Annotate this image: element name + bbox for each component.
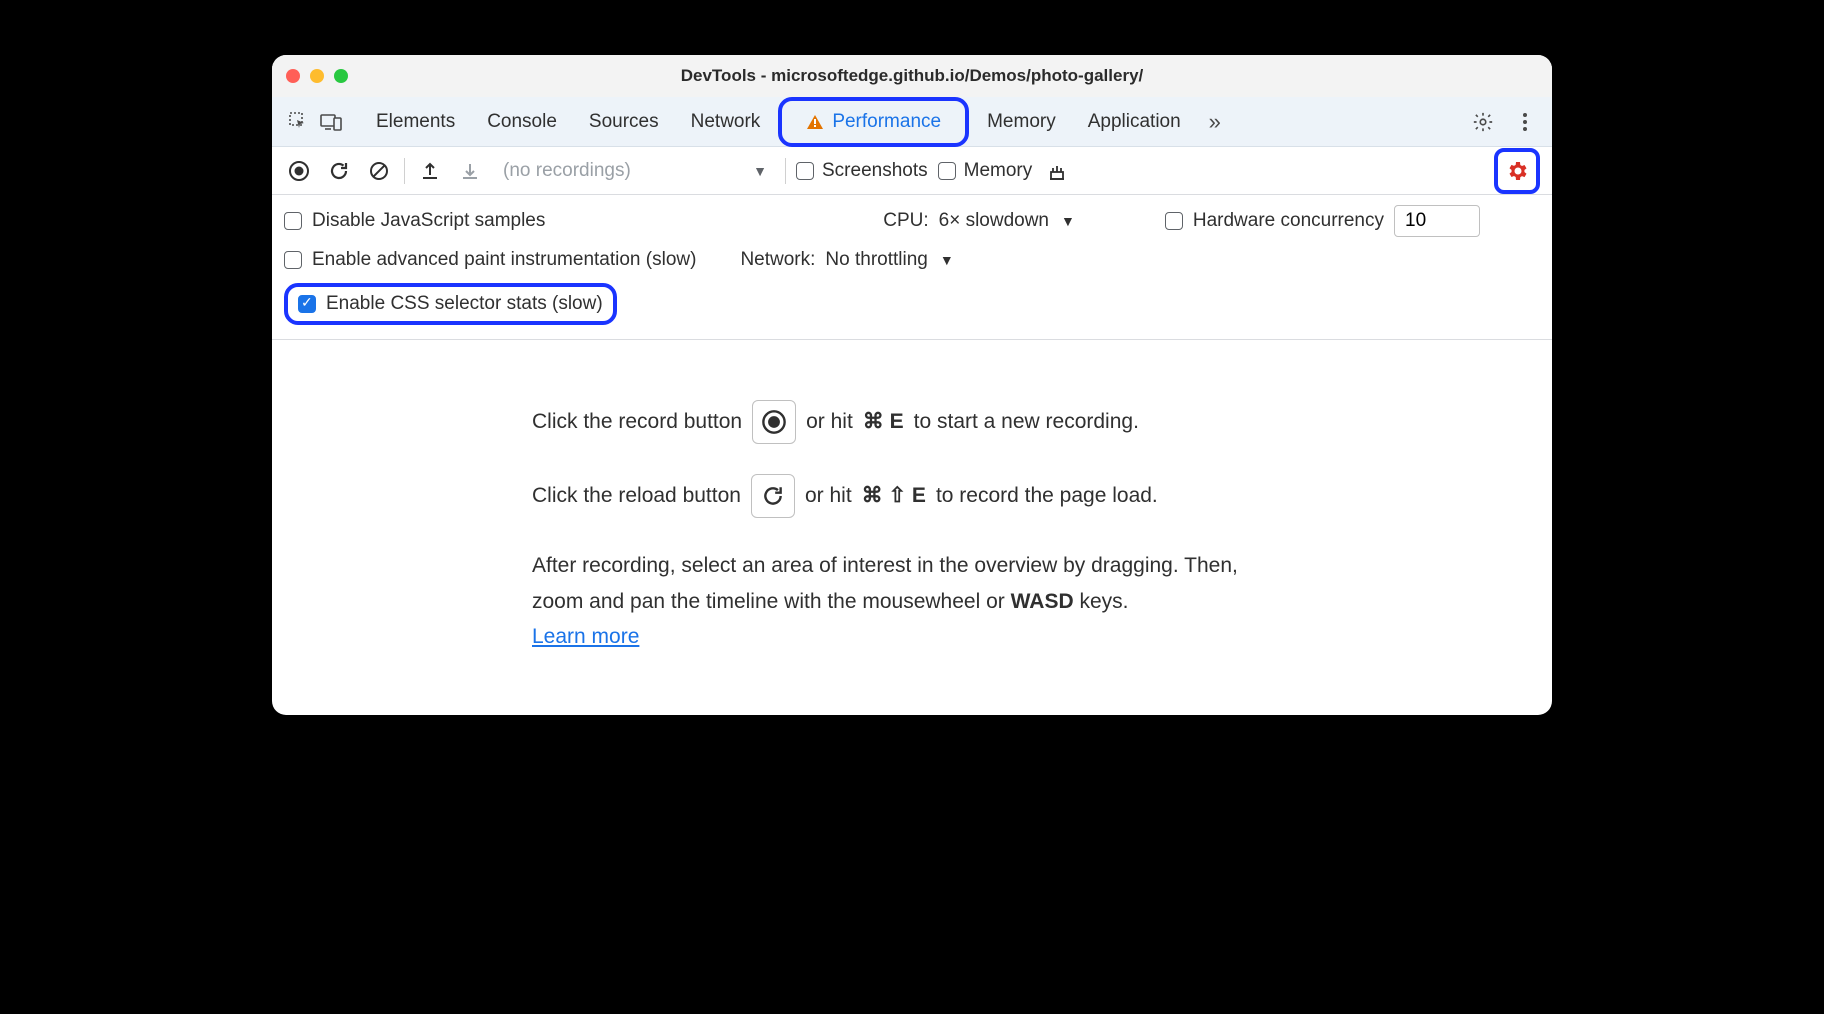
learn-more-link[interactable]: Learn more — [532, 625, 639, 648]
disable-js-label: Disable JavaScript samples — [312, 210, 545, 232]
reload-button-inline[interactable] — [751, 474, 795, 518]
instr-text: or hit — [806, 404, 853, 440]
tab-elements[interactable]: Elements — [362, 105, 469, 139]
cpu-value: 6× slowdown — [939, 210, 1049, 232]
wasd-text: WASD — [1011, 590, 1074, 613]
memory-checkbox[interactable] — [938, 162, 956, 180]
separator — [785, 158, 786, 184]
instr-text: Click the reload button — [532, 478, 741, 514]
paint-instrumentation-option[interactable]: Enable advanced paint instrumentation (s… — [284, 249, 696, 271]
screenshots-option[interactable]: Screenshots — [796, 160, 928, 182]
cpu-throttle-dropdown[interactable]: 6× slowdown ▼ — [939, 210, 1075, 232]
device-toggle-icon[interactable] — [316, 107, 346, 137]
collect-garbage-button[interactable] — [1042, 156, 1072, 186]
memory-label: Memory — [964, 160, 1033, 182]
network-value: No throttling — [825, 249, 927, 271]
memory-option[interactable]: Memory — [938, 160, 1033, 182]
more-menu-icon[interactable] — [1510, 107, 1540, 137]
upload-button[interactable] — [415, 156, 445, 186]
instr-text: Click the record button — [532, 404, 742, 440]
panel-tabbar: Elements Console Sources Network Perform… — [272, 97, 1552, 147]
tab-sources[interactable]: Sources — [575, 105, 673, 139]
keyboard-shortcut: ⌘ ⇧ E — [862, 478, 926, 514]
clear-button[interactable] — [364, 156, 394, 186]
devtools-window: DevTools - microsoftedge.github.io/Demos… — [272, 55, 1552, 715]
download-button[interactable] — [455, 156, 485, 186]
paint-instrumentation-checkbox[interactable] — [284, 251, 302, 269]
chevron-down-icon: ▼ — [753, 163, 767, 179]
chevron-down-icon: ▼ — [1061, 213, 1075, 229]
recordings-placeholder: (no recordings) — [503, 160, 631, 182]
tab-performance[interactable]: Performance — [792, 105, 955, 139]
disable-js-checkbox[interactable] — [284, 212, 302, 230]
hardware-concurrency-label: Hardware concurrency — [1193, 210, 1384, 232]
disable-js-option[interactable]: Disable JavaScript samples — [284, 210, 545, 232]
css-selector-stats-option[interactable]: Enable CSS selector stats (slow) — [298, 293, 603, 315]
inspect-icon[interactable] — [284, 107, 314, 137]
instr-text: After recording, select an area of inter… — [532, 554, 1238, 613]
recordings-dropdown[interactable]: (no recordings) ▼ — [495, 160, 775, 182]
instr-text: to start a new recording. — [914, 404, 1139, 440]
titlebar: DevTools - microsoftedge.github.io/Demos… — [272, 55, 1552, 97]
warning-icon — [806, 114, 824, 130]
instr-text: to record the page load. — [936, 478, 1158, 514]
capture-settings-highlight — [1494, 148, 1540, 194]
keyboard-shortcut: ⌘ E — [863, 404, 904, 440]
tab-performance-label: Performance — [832, 111, 941, 133]
screenshots-label: Screenshots — [822, 160, 928, 182]
reload-button[interactable] — [324, 156, 354, 186]
css-selector-stats-highlight: Enable CSS selector stats (slow) — [284, 283, 617, 325]
hardware-concurrency-option[interactable]: Hardware concurrency — [1165, 205, 1480, 237]
network-label: Network: — [740, 249, 815, 271]
hardware-concurrency-checkbox[interactable] — [1165, 212, 1183, 230]
tab-console[interactable]: Console — [473, 105, 571, 139]
tab-network[interactable]: Network — [677, 105, 775, 139]
instr-text: keys. — [1079, 590, 1128, 613]
window-title: DevTools - microsoftedge.github.io/Demos… — [272, 66, 1552, 86]
record-button-inline[interactable] — [752, 400, 796, 444]
separator — [404, 158, 405, 184]
instr-text: or hit — [805, 478, 852, 514]
chevron-down-icon: ▼ — [940, 252, 954, 268]
css-selector-stats-label: Enable CSS selector stats (slow) — [326, 293, 603, 315]
network-throttle-dropdown[interactable]: No throttling ▼ — [825, 249, 953, 271]
css-selector-stats-checkbox[interactable] — [298, 295, 316, 313]
tab-memory[interactable]: Memory — [973, 105, 1070, 139]
capture-settings-panel: Disable JavaScript samples CPU: 6× slowd… — [272, 195, 1552, 340]
tab-application[interactable]: Application — [1074, 105, 1195, 139]
instructions: Click the record button or hit ⌘ E to st… — [532, 400, 1292, 655]
performance-toolbar: (no recordings) ▼ Screenshots Memory — [272, 147, 1552, 195]
paint-instrumentation-label: Enable advanced paint instrumentation (s… — [312, 249, 696, 271]
screenshots-checkbox[interactable] — [796, 162, 814, 180]
more-tabs-button[interactable]: » — [1199, 109, 1231, 135]
performance-landing: Click the record button or hit ⌘ E to st… — [272, 340, 1552, 715]
cpu-label: CPU: — [883, 210, 928, 232]
capture-settings-button[interactable] — [1502, 156, 1532, 186]
settings-gear-icon[interactable] — [1468, 107, 1498, 137]
panel-tabs: Elements Console Sources Network Perform… — [362, 97, 1466, 147]
tab-performance-highlight: Performance — [778, 97, 969, 147]
hardware-concurrency-input[interactable] — [1394, 205, 1480, 237]
record-button[interactable] — [284, 156, 314, 186]
